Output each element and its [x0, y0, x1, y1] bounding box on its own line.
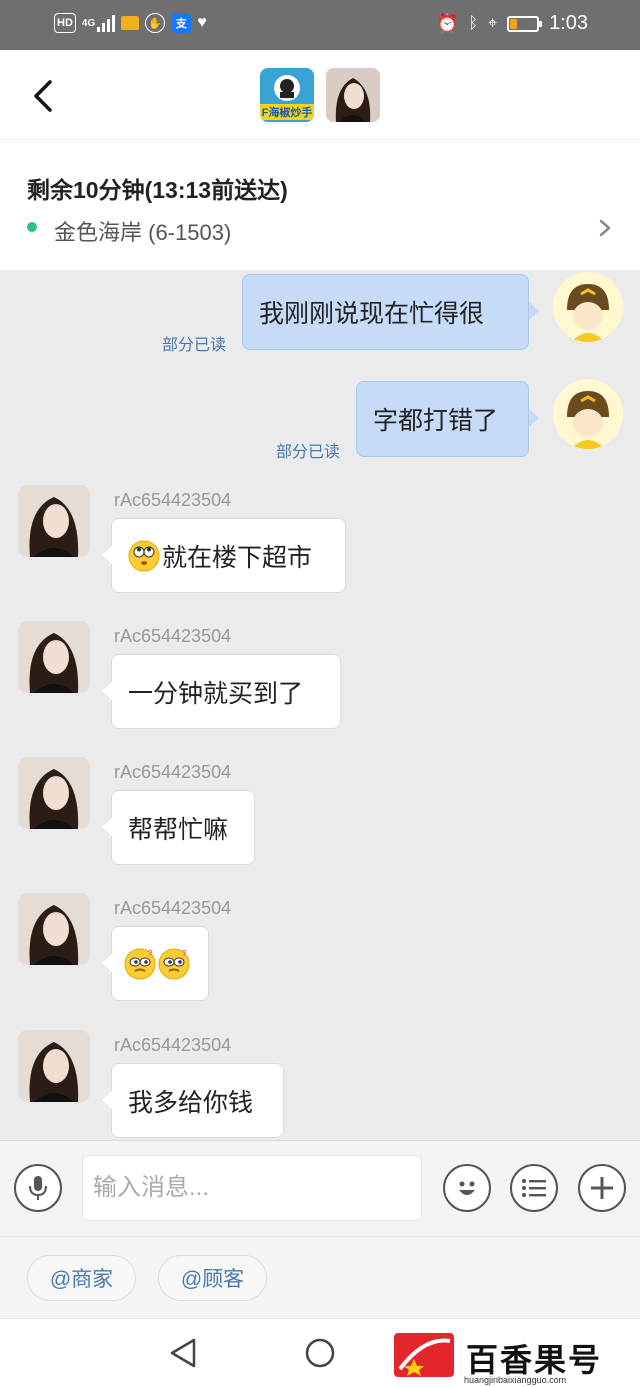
message-text: 我多给你钱: [128, 1088, 254, 1117]
customer-avatar[interactable]: [326, 68, 380, 122]
bubble-tail: [529, 302, 539, 320]
status-dot-icon: [27, 222, 37, 232]
quick-reply-button[interactable]: [510, 1164, 558, 1212]
mention-customer-chip[interactable]: @顾客: [158, 1255, 267, 1301]
clock: 1:03: [549, 12, 588, 34]
bubble-tail: [102, 954, 112, 972]
nav-home-icon[interactable]: [304, 1337, 336, 1369]
customer-message-avatar[interactable]: [18, 485, 90, 557]
watermark-logo-icon: [394, 1333, 454, 1377]
sender-name: rAc654423504: [114, 1035, 232, 1055]
mention-merchant-chip[interactable]: @商家: [27, 1255, 136, 1301]
list-icon: [522, 1179, 546, 1197]
customer-message-avatar[interactable]: [18, 621, 90, 693]
bubble-tail: [102, 546, 112, 564]
message-text: 字都打错了: [373, 407, 499, 435]
message-bubble[interactable]: 我刚刚说现在忙得很: [242, 274, 529, 350]
customer-message-avatar[interactable]: [18, 757, 90, 829]
watermark-url: huangjinbaixiangguo.com: [464, 1375, 567, 1385]
nav-back-icon[interactable]: [168, 1337, 198, 1369]
rider-avatar[interactable]: [553, 272, 623, 342]
bubble-tail: [529, 409, 539, 427]
message-text: 帮帮忙嘛: [128, 815, 229, 844]
back-arrow-icon[interactable]: [30, 78, 60, 114]
message-text: 一分钟就买到了: [128, 679, 304, 708]
microphone-icon: [29, 1176, 47, 1200]
read-status: 部分已读: [162, 337, 227, 354]
svg-text:?: ?: [182, 949, 187, 958]
sender-name: rAc654423504: [114, 762, 232, 782]
message-bubble[interactable]: 一分钟就买到了: [111, 654, 341, 729]
read-status: 部分已读: [276, 444, 341, 461]
order-info-card[interactable]: 剩余10分钟(13:13前送达) 金色海岸 (6-1503): [0, 140, 640, 270]
hand-icon: ✋: [145, 13, 166, 33]
watermark: 百香果号 huangjinbaixiangguo.com: [394, 1331, 640, 1387]
message-input-bar: [0, 1140, 640, 1236]
message-bubble[interactable]: 帮帮忙嘛: [111, 790, 255, 865]
bubble-tail: [102, 1091, 112, 1109]
hd-badge: HD: [54, 13, 76, 33]
sender-name: rAc654423504: [114, 490, 232, 510]
merchant-avatar-text: F海椒炒手: [261, 107, 313, 119]
bubble-tail: [102, 818, 112, 836]
message-input[interactable]: [82, 1155, 422, 1221]
status-right: ⏰ ᛒ ⌖ 1:03: [436, 12, 588, 35]
more-button[interactable]: [578, 1164, 626, 1212]
chat-header: F海椒炒手: [0, 50, 640, 140]
confused-emoji-icon: ?: [158, 948, 190, 979]
status-bar: HD 4G ✋ 支 ♥ ⏰ ᛒ ⌖ 1:03: [0, 0, 640, 50]
message-bubble[interactable]: 字都打错了: [356, 381, 529, 457]
voice-button[interactable]: [14, 1164, 62, 1212]
sender-name: rAc654423504: [114, 626, 232, 646]
bubble-tail: [102, 682, 112, 700]
system-nav-bar: 百香果号 huangjinbaixiangguo.com: [0, 1318, 640, 1387]
folder-icon: [121, 16, 140, 30]
customer-message-avatar[interactable]: [18, 893, 90, 965]
signal-icon: [97, 14, 116, 32]
customer-message-avatar[interactable]: [18, 1030, 90, 1102]
sender-name: rAc654423504: [114, 898, 232, 918]
message-bubble[interactable]: 我多给你钱: [111, 1063, 284, 1138]
rider-avatar[interactable]: [553, 379, 623, 449]
merchant-avatar[interactable]: F海椒炒手: [260, 68, 314, 122]
smiley-icon: [459, 1181, 475, 1195]
order-eta: 剩余10分钟(13:13前送达): [27, 177, 288, 203]
confused-emoji-icon: ?: [124, 948, 156, 979]
emoji-button[interactable]: [443, 1164, 491, 1212]
message-bubble[interactable]: ? ?: [111, 926, 209, 1001]
alipay-icon: 支: [171, 13, 192, 33]
bluetooth-icon: ᛒ: [468, 14, 479, 32]
network-label: 4G: [81, 17, 96, 29]
plus-icon: [591, 1177, 613, 1199]
battery-icon: [507, 15, 543, 32]
heart-rate-icon: ♥: [197, 14, 207, 31]
alarm-icon: ⏰: [436, 13, 459, 33]
mention-bar: @商家 @顾客: [0, 1236, 640, 1318]
location-icon: ⌖: [488, 14, 498, 32]
order-address: 金色海岸 (6-1503): [54, 220, 232, 245]
message-text: 就在楼下超市: [162, 543, 313, 572]
chevron-right-icon[interactable]: [598, 218, 612, 238]
message-bubble[interactable]: 就在楼下超市: [111, 518, 346, 593]
svg-text:?: ?: [148, 949, 153, 958]
message-text: 我刚刚说现在忙得很: [259, 300, 485, 328]
rolling-eyes-emoji-icon: [128, 540, 160, 571]
status-left: HD 4G ✋ 支 ♥: [54, 13, 207, 33]
